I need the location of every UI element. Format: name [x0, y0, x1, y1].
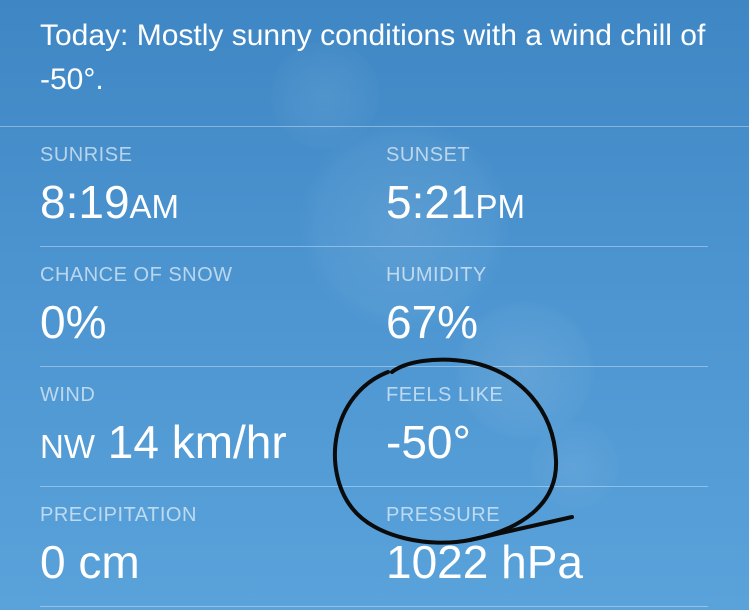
wind-detail: WIND NW 14 km/hr — [40, 383, 287, 474]
sunrise-detail: SUNRISE 8:19AM — [40, 143, 179, 234]
sunset-label: SUNSET — [386, 144, 471, 166]
sunset-value: 5:21PM — [386, 175, 525, 234]
divider — [40, 246, 708, 247]
sunrise-value: 8:19AM — [40, 175, 179, 234]
divider — [0, 126, 749, 127]
pressure-label: PRESSURE — [386, 504, 501, 526]
feels-like-detail: FEELS LIKE -50° — [386, 383, 503, 469]
sunset-detail: SUNSET 5:21PM — [386, 143, 525, 234]
wind-label: WIND — [40, 384, 96, 406]
precipitation-detail: PRECIPITATION 0 cm — [40, 503, 197, 589]
feels-like-value: -50° — [386, 416, 471, 468]
pressure-detail: PRESSURE 1022 hPa — [386, 503, 583, 589]
divider — [40, 606, 708, 607]
pressure-value: 1022 hPa — [386, 536, 583, 588]
wind-direction: NW — [40, 428, 95, 465]
sunrise-period: AM — [129, 188, 180, 225]
chance-of-snow-detail: CHANCE OF SNOW 0% — [40, 263, 233, 349]
sunset-time: 5:21 — [386, 176, 476, 228]
weather-summary: Today: Mostly sunny conditions with a wi… — [40, 19, 706, 96]
precipitation-label: PRECIPITATION — [40, 504, 197, 526]
wind-value: NW 14 km/hr — [40, 415, 287, 474]
sunrise-label: SUNRISE — [40, 144, 133, 166]
divider — [40, 486, 708, 487]
chance-of-snow-value: 0% — [40, 296, 107, 348]
precipitation-value: 0 cm — [40, 536, 140, 588]
sunset-period: PM — [475, 188, 526, 225]
wind-speed: 14 km/hr — [107, 416, 287, 468]
humidity-detail: HUMIDITY 67% — [386, 263, 487, 349]
feels-like-label: FEELS LIKE — [386, 384, 504, 406]
chance-of-snow-label: CHANCE OF SNOW — [40, 264, 233, 286]
humidity-label: HUMIDITY — [386, 264, 487, 286]
background-bokeh — [530, 420, 620, 510]
humidity-value: 67% — [386, 296, 479, 348]
sunrise-time: 8:19 — [40, 176, 130, 228]
divider — [40, 366, 708, 367]
